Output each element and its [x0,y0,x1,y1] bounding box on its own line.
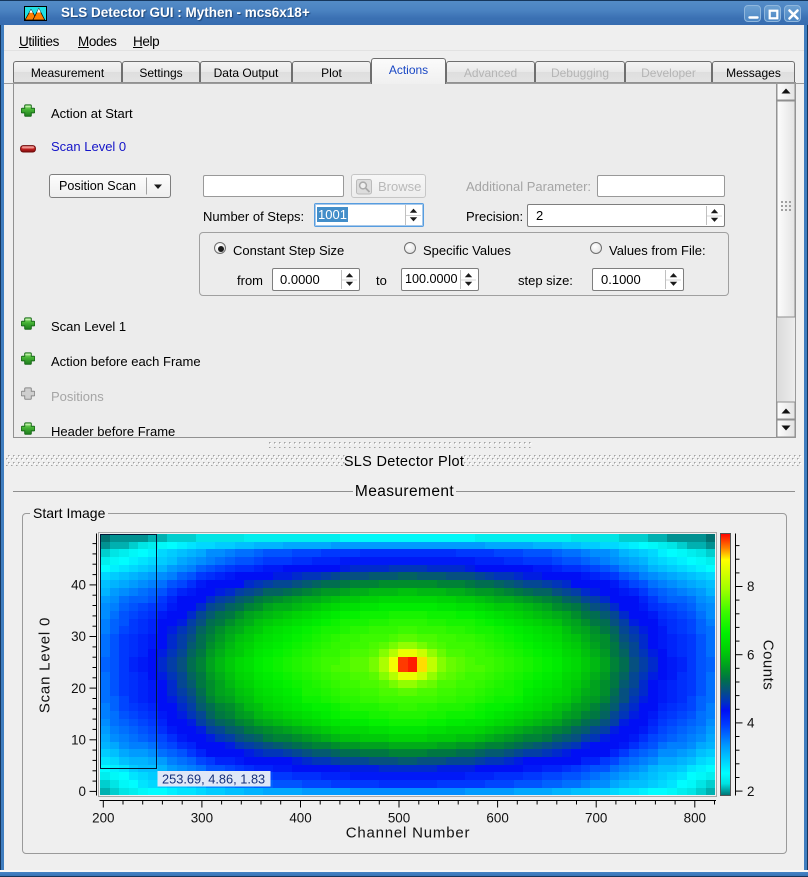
svg-text:10: 10 [71,733,86,748]
svg-text:Channel Number: Channel Number [346,825,471,842]
svg-text:40: 40 [71,578,86,593]
svg-text:Scan Level 0: Scan Level 0 [37,617,54,713]
svg-text:200: 200 [92,811,114,826]
svg-text:6: 6 [747,647,754,662]
svg-text:500: 500 [388,811,410,826]
svg-text:Counts: Counts [760,640,777,691]
svg-text:20: 20 [71,681,86,696]
svg-text:2: 2 [747,784,754,799]
svg-text:300: 300 [191,811,213,826]
svg-text:400: 400 [289,811,311,826]
svg-text:4: 4 [747,716,755,731]
svg-text:700: 700 [585,811,607,826]
svg-text:253.69, 4.86, 1.83: 253.69, 4.86, 1.83 [162,772,265,787]
svg-text:30: 30 [71,629,86,644]
svg-text:800: 800 [684,811,706,826]
svg-text:0: 0 [79,784,86,799]
svg-text:600: 600 [486,811,508,826]
svg-text:8: 8 [747,579,754,594]
